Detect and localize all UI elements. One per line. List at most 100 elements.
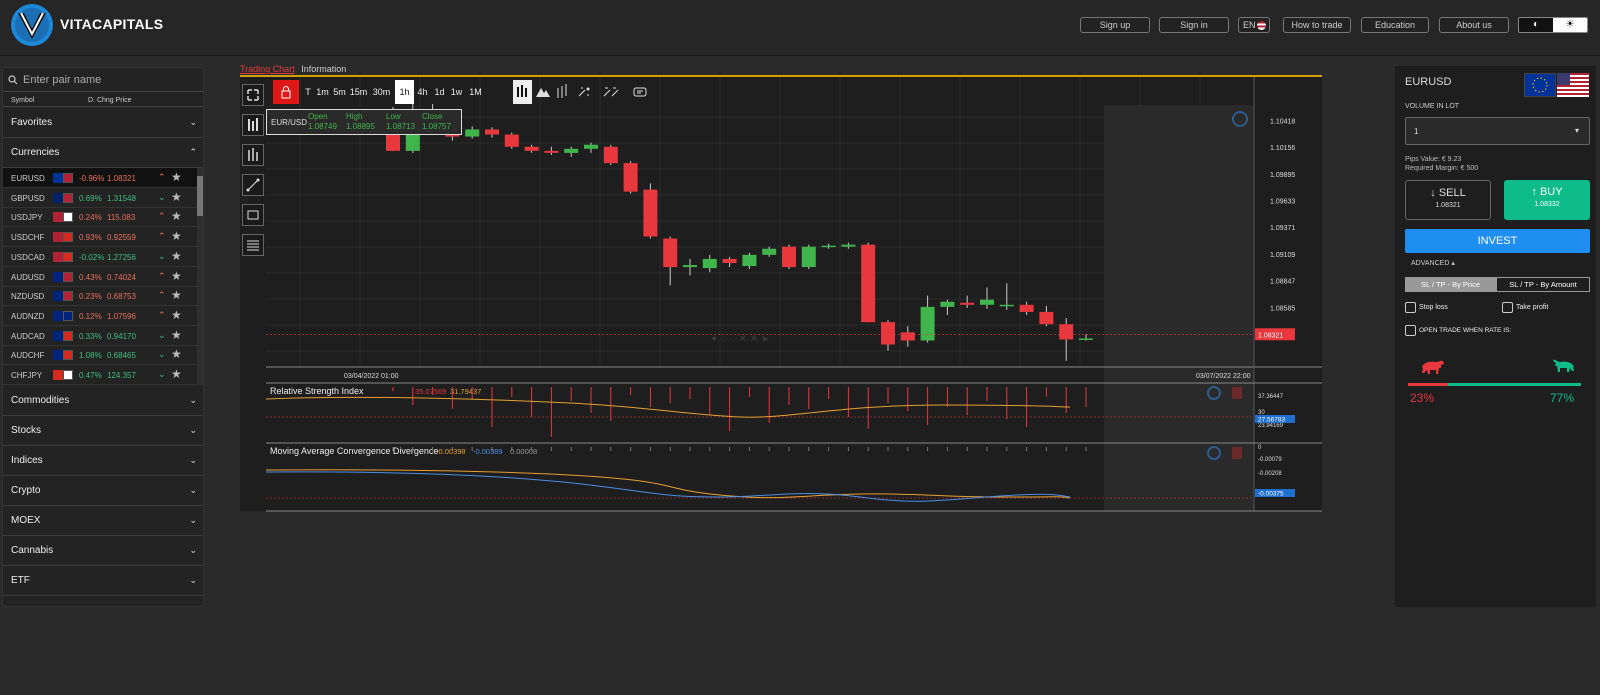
indicators-button[interactable]	[573, 80, 597, 104]
pair-search-input[interactable]	[23, 72, 193, 88]
open-trade-checkbox[interactable]	[1405, 325, 1416, 336]
tab-sl-tp-price[interactable]: SL / TP - By Price	[1405, 277, 1496, 292]
volume-value: 1	[1414, 127, 1419, 136]
candles-tool-icon[interactable]	[242, 114, 264, 136]
favorite-star-icon[interactable]: ★	[171, 347, 182, 361]
favorite-star-icon[interactable]: ★	[171, 209, 182, 223]
buy-button[interactable]: ↑ BUY 1.08332	[1504, 180, 1590, 220]
row-change: 0.47%	[79, 371, 102, 380]
chart-container[interactable]: 1.10418 1.10156 1.09895 1.09633 1.09371 1.091…	[240, 75, 1322, 513]
row-price: 0.68465	[107, 351, 136, 361]
chevron-down-icon: ⌄	[189, 575, 197, 585]
currency-row-usdcad[interactable]: USDCAD -0.02% 1.27256 ⌄ ★	[3, 247, 197, 267]
buy-price: 1.08332	[1534, 201, 1560, 208]
rectangle-tool-icon[interactable]	[242, 204, 264, 226]
favorite-star-icon[interactable]: ★	[171, 308, 182, 322]
compare-button[interactable]	[599, 80, 623, 104]
favorite-star-icon[interactable]: ★	[171, 229, 182, 243]
about-us-button[interactable]: About us	[1439, 17, 1509, 33]
timeframe-1h[interactable]: 1h	[395, 80, 414, 104]
sell-button[interactable]: ↓ SELL 1.08321	[1405, 180, 1491, 220]
category-currencies[interactable]: Currencies ⌃	[3, 138, 203, 168]
chart-canvas[interactable]: 1.10418 1.10156 1.09895 1.09633 1.09371 1.091…	[240, 77, 1322, 513]
timeframe-1M[interactable]: 1M	[466, 80, 485, 104]
moon-icon[interactable]: ◐	[1519, 18, 1553, 32]
fullscreen-icon[interactable]	[242, 84, 264, 106]
theme-toggle[interactable]: ◐ ☀	[1518, 17, 1588, 33]
sign-in-button[interactable]: Sign in	[1159, 17, 1229, 33]
candle-body	[465, 129, 480, 137]
candle-body	[524, 146, 539, 151]
caret-down-icon: ▾	[1574, 126, 1579, 135]
favorite-star-icon[interactable]: ★	[171, 170, 182, 184]
take-profit-checkbox[interactable]	[1502, 302, 1513, 313]
timeframe-15m[interactable]: 15m	[349, 80, 368, 104]
candle-type-button[interactable]	[513, 80, 532, 104]
currency-row-audchf[interactable]: AUDCHF 1.08% 0.68465 ⌄ ★	[3, 345, 197, 366]
timeframe-30m[interactable]: 30m	[372, 80, 391, 104]
lock-button[interactable]	[273, 80, 299, 104]
price-tick-label: 1.09371	[1270, 225, 1295, 232]
tab-information[interactable]: Information	[301, 64, 346, 74]
fibonacci-tool-icon[interactable]	[242, 234, 264, 256]
candle-body	[999, 304, 1014, 307]
currency-row-nzdusd[interactable]: NZDUSD 0.23% 0.68753 ⌃ ★	[3, 286, 197, 307]
favorite-star-icon[interactable]: ★	[171, 269, 182, 283]
category-cannabis[interactable]: Cannabis ⌄	[3, 536, 203, 566]
bar-type-button[interactable]	[553, 80, 571, 104]
education-button[interactable]: Education	[1361, 17, 1429, 33]
timeframe-1w[interactable]: 1w	[447, 80, 466, 104]
currency-row-audusd[interactable]: AUDUSD 0.43% 0.74024 ⌃ ★	[3, 267, 197, 287]
category-crypto[interactable]: Crypto ⌄	[3, 476, 203, 506]
scrollbar-thumb[interactable]	[197, 176, 203, 216]
currency-row-gbpusd[interactable]: GBPUSD 0.69% 1.31548 ⌄ ★	[3, 188, 197, 208]
timeframe-5m[interactable]: 5m	[330, 80, 349, 104]
pair-flag-icon	[53, 310, 73, 321]
category-etf[interactable]: ETF ⌄	[3, 566, 203, 596]
favorite-star-icon[interactable]: ★	[171, 288, 182, 302]
bar-chart-icon	[557, 84, 567, 98]
tab-sl-tp-amount[interactable]: SL / TP - By Amount	[1496, 277, 1590, 292]
row-price: 0.74024	[107, 272, 136, 282]
row-symbol: USDJPY	[11, 213, 43, 223]
favorite-star-icon[interactable]: ★	[171, 249, 182, 263]
bars-tool-icon[interactable]	[242, 144, 264, 166]
category-moex[interactable]: MOEX ⌄	[3, 506, 203, 536]
how-to-trade-button[interactable]: How to trade	[1283, 17, 1351, 33]
price-tick-label: 1.08847	[1270, 279, 1295, 286]
category-indices[interactable]: Indices ⌄	[3, 446, 203, 476]
currency-row-eurusd[interactable]: EURUSD -0.96% 1.08321 ⌃ ★	[3, 168, 197, 188]
candle-body	[762, 248, 777, 255]
price-tick-label: 1.10418	[1270, 118, 1295, 125]
currency-row-chfjpy[interactable]: CHFJPY 0.47% 124.357 ⌄ ★	[3, 365, 197, 385]
sun-icon[interactable]: ☀	[1553, 18, 1587, 32]
chevron-down-icon: ⌄	[158, 349, 166, 360]
currency-row-audnzd[interactable]: AUDNZD 0.12% 1.07596 ⌃ ★	[3, 306, 197, 326]
sign-up-button[interactable]: Sign up	[1080, 17, 1150, 33]
currency-row-usdjpy[interactable]: USDJPY 0.24% 115.083 ⌃ ★	[3, 207, 197, 228]
advanced-toggle[interactable]: ADVANCED ▴	[1411, 259, 1455, 267]
list-scrollbar[interactable]	[197, 168, 203, 385]
settings-button[interactable]	[629, 80, 653, 104]
bear-percent: 23%	[1410, 391, 1435, 405]
stop-loss-checkbox[interactable]	[1405, 302, 1416, 313]
currency-row-usdchf[interactable]: USDCHF 0.93% 0.92559 ⌃ ★	[3, 227, 197, 248]
favorite-star-icon[interactable]: ★	[171, 190, 182, 204]
brand-logo-icon[interactable]	[10, 3, 54, 47]
category-commodities[interactable]: Commodities ⌄	[3, 386, 203, 416]
invest-button[interactable]: INVEST	[1405, 229, 1590, 253]
favorite-star-icon[interactable]: ★	[171, 328, 182, 342]
favorite-star-icon[interactable]: ★	[171, 367, 182, 381]
trendline-tool-icon[interactable]	[242, 174, 264, 196]
buy-label: BUY	[1539, 186, 1563, 198]
language-button[interactable]: EN	[1238, 17, 1270, 33]
area-type-button[interactable]	[534, 80, 552, 104]
category-favorites[interactable]: Favorites ⌄	[3, 108, 203, 138]
category-stocks[interactable]: Stocks ⌄	[3, 416, 203, 446]
us-flag-icon	[1557, 73, 1589, 97]
brand-name: VITACAPITALS	[60, 16, 164, 32]
tab-trading-chart[interactable]: Trading Chart	[240, 64, 295, 74]
volume-select[interactable]: 1 ▾	[1405, 117, 1590, 145]
currency-row-audcad[interactable]: AUDCAD 0.33% 0.94170 ⌄ ★	[3, 326, 197, 346]
candle-body	[643, 189, 658, 237]
